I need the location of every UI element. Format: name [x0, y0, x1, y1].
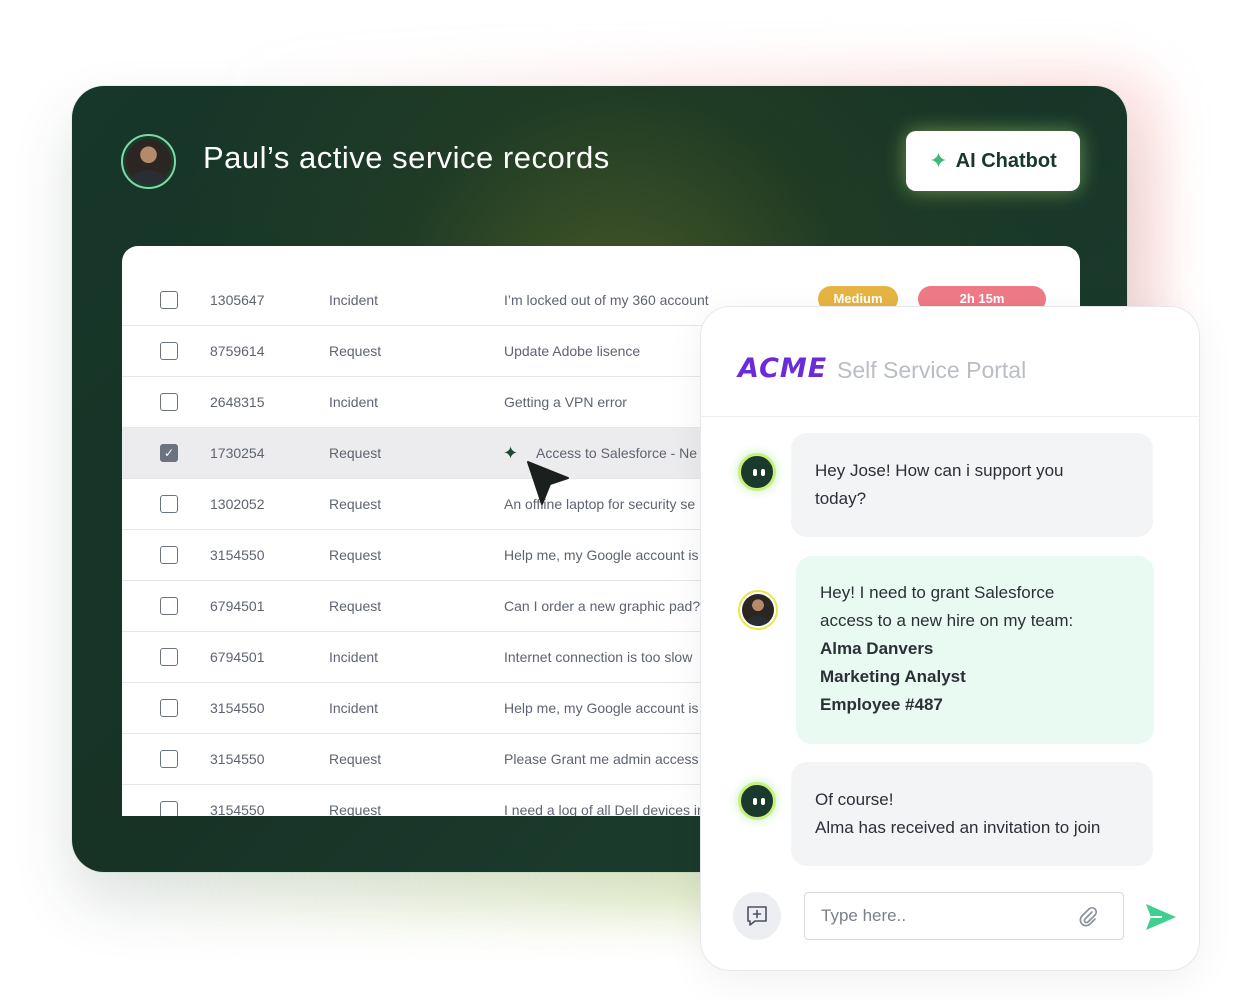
page-title: Paul’s active service records [203, 140, 610, 175]
chat-window: ACME Self Service Portal Hey Jose! How c… [700, 306, 1200, 971]
row-checkbox[interactable] [160, 495, 178, 513]
row-checkbox[interactable] [160, 393, 178, 411]
user-message: Hey! I need to grant Salesforce access t… [796, 556, 1154, 744]
record-type: Request [329, 547, 382, 563]
record-type: Request [329, 496, 382, 512]
record-type: Request [329, 343, 382, 359]
record-id: 6794501 [210, 598, 265, 614]
message-bold-line: Alma Danvers [820, 639, 934, 658]
user-avatar [738, 590, 778, 630]
record-id: 3154550 [210, 700, 265, 716]
message-bold-line: Marketing Analyst [820, 667, 966, 686]
record-id: 1302052 [210, 496, 265, 512]
row-checkbox[interactable] [160, 342, 178, 360]
record-id: 3154550 [210, 547, 265, 563]
message-line: Of course! [815, 790, 894, 809]
row-checkbox[interactable] [160, 444, 178, 462]
row-checkbox[interactable] [160, 291, 178, 309]
record-type: Request [329, 598, 382, 614]
mouse-cursor-icon [527, 461, 569, 505]
chat-header: ACME Self Service Portal [701, 307, 1199, 417]
record-type: Request [329, 445, 382, 461]
record-id: 2648315 [210, 394, 265, 410]
user-avatar [121, 134, 176, 189]
chat-message-input[interactable] [804, 892, 1124, 940]
new-message-button[interactable] [733, 892, 781, 940]
bot-avatar-icon [738, 453, 776, 491]
message-line: today? [815, 489, 867, 508]
paperclip-icon[interactable] [1077, 905, 1099, 927]
portal-title: Self Service Portal [837, 357, 1027, 383]
bot-avatar-icon [738, 782, 776, 820]
row-checkbox[interactable] [160, 699, 178, 717]
message-line: access to a new hire on my team: [820, 611, 1074, 630]
row-checkbox[interactable] [160, 750, 178, 768]
record-type: Request [329, 802, 382, 816]
bot-message: Hey Jose! How can i support you today? [791, 433, 1153, 537]
chat-plus-icon [747, 906, 767, 926]
bot-message: Of course! Alma has received an invitati… [791, 762, 1153, 866]
record-type: Request [329, 751, 382, 767]
record-id: 1305647 [210, 292, 265, 308]
row-checkbox[interactable] [160, 648, 178, 666]
record-id: 1730254 [210, 445, 265, 461]
ai-chatbot-button-label: AI Chatbot [955, 149, 1057, 172]
record-type: Incident [329, 394, 379, 410]
record-type: Incident [329, 649, 379, 665]
record-id: 8759614 [210, 343, 265, 359]
ai-chatbot-button[interactable]: ✦ AI Chatbot [906, 131, 1080, 191]
record-id: 3154550 [210, 802, 265, 816]
row-checkbox[interactable] [160, 546, 178, 564]
send-icon[interactable] [1144, 901, 1178, 933]
sparkle-icon: ✦ [929, 148, 948, 173]
record-id: 3154550 [210, 751, 265, 767]
record-type: Incident [329, 700, 379, 716]
acme-logo: ACME [738, 353, 828, 384]
message-bold-line: Employee #487 [820, 695, 943, 714]
row-checkbox[interactable] [160, 597, 178, 615]
record-type: Incident [329, 292, 379, 308]
message-line: Hey! I need to grant Salesforce [820, 583, 1055, 602]
message-line: Hey Jose! How can i support you [815, 461, 1064, 480]
message-line: Alma has received an invitation to join [815, 818, 1101, 837]
row-checkbox[interactable] [160, 801, 178, 816]
record-id: 6794501 [210, 649, 265, 665]
sparkle-icon: ✦ [503, 443, 519, 463]
